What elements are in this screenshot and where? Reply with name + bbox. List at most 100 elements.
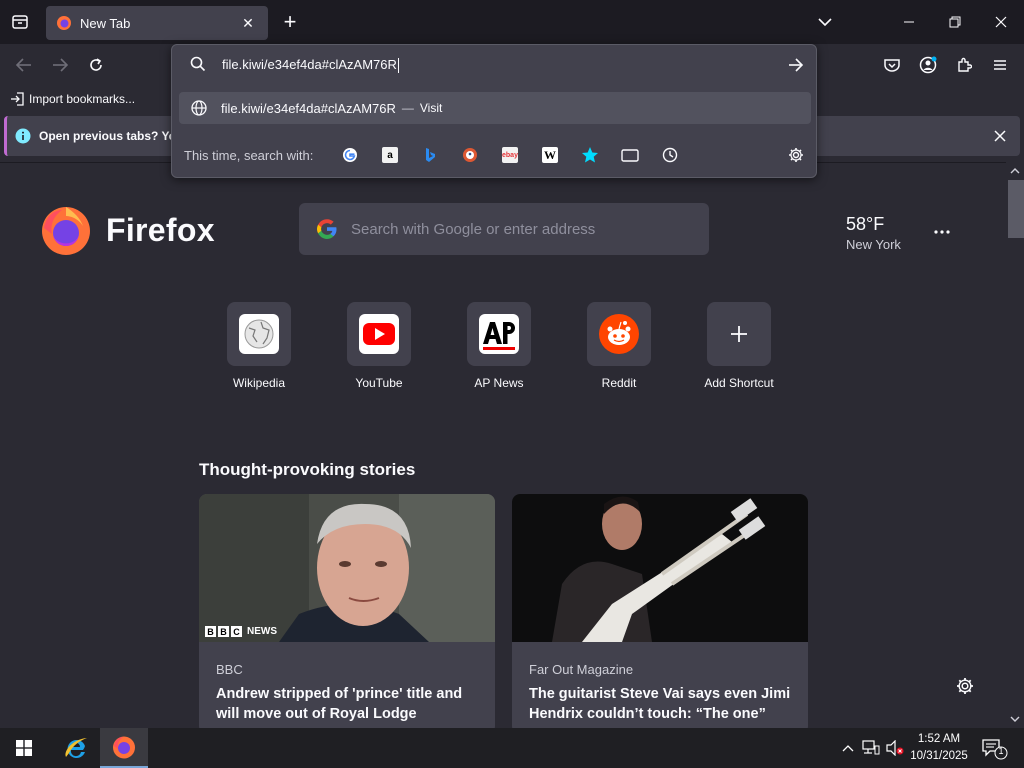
newtab-customize-button[interactable] xyxy=(956,677,976,697)
start-button[interactable] xyxy=(0,728,48,768)
tab-title: New Tab xyxy=(80,15,131,31)
engine-tabs[interactable] xyxy=(620,145,640,165)
restore-button[interactable] xyxy=(932,0,978,44)
close-icon xyxy=(995,16,1007,28)
clock-time: 1:52 AM xyxy=(917,733,961,745)
show-hidden-icons-button[interactable] xyxy=(838,738,858,758)
amazon-icon: a xyxy=(382,147,398,163)
search-with-row: This time, search with: xyxy=(172,135,816,175)
firefox-wordmark: Firefox xyxy=(106,211,215,248)
urlbar-input-value: file.kiwi/e34ef4da#clAzAM76R xyxy=(222,57,397,72)
pocket-icon xyxy=(884,59,900,72)
story-card[interactable]: Far Out Magazine The guitarist Steve Vai… xyxy=(512,494,808,734)
bing-icon xyxy=(426,148,435,162)
info-icon xyxy=(15,128,31,144)
restore-icon xyxy=(949,16,961,28)
shortcut-reddit[interactable]: Reddit xyxy=(569,302,669,390)
newtab-search-placeholder: Search with Google or enter address xyxy=(351,220,596,238)
tab-new-tab[interactable]: New Tab ✕ xyxy=(46,6,268,40)
search-settings-button[interactable] xyxy=(786,145,806,165)
notification-close-button[interactable] xyxy=(990,126,1010,146)
clock-date: 10/31/2025 xyxy=(910,750,968,762)
forward-arrow-icon xyxy=(53,58,69,72)
stories-heading: Thought-provoking stories xyxy=(199,460,416,479)
wikipedia-globe-icon xyxy=(239,314,279,354)
volume-tray-icon[interactable] xyxy=(885,738,905,758)
newtab-search-input[interactable]: Search with Google or enter address xyxy=(299,203,709,255)
list-all-tabs-button[interactable] xyxy=(814,12,836,32)
reload-icon xyxy=(90,58,102,71)
scroll-up-arrow-icon[interactable] xyxy=(1010,167,1020,175)
engine-google[interactable] xyxy=(340,145,360,165)
go-button[interactable] xyxy=(786,55,806,75)
network-icon xyxy=(862,740,880,755)
add-shortcut-button[interactable]: Add Shortcut xyxy=(689,302,789,390)
extensions-button[interactable] xyxy=(950,52,978,78)
gear-icon xyxy=(957,678,973,694)
page-scrollbar[interactable] xyxy=(1006,163,1024,729)
scroll-down-arrow-icon[interactable] xyxy=(1010,715,1020,723)
taskbar-firefox[interactable] xyxy=(100,728,148,768)
notifications-icon xyxy=(982,739,1008,760)
account-button[interactable] xyxy=(914,52,942,78)
story-headline: Andrew stripped of 'prince' title and wi… xyxy=(216,686,463,722)
account-icon xyxy=(919,56,937,74)
story-image xyxy=(512,494,808,642)
reload-button[interactable] xyxy=(82,52,110,78)
gear-icon xyxy=(789,148,803,162)
shortcut-ap-news[interactable]: AP News xyxy=(449,302,549,390)
weather-menu-button[interactable] xyxy=(930,224,954,240)
firefox-logo-icon xyxy=(113,736,135,759)
import-bookmarks-button[interactable]: Import bookmarks... xyxy=(10,89,135,109)
forward-button[interactable] xyxy=(46,52,74,78)
weather-temperature: 58°F xyxy=(846,214,885,234)
import-icon xyxy=(11,92,24,106)
engine-wikipedia[interactable]: W xyxy=(540,145,560,165)
engine-history[interactable] xyxy=(660,145,680,165)
story-headline: The guitarist Steve Vai says even Jimi H… xyxy=(529,686,791,722)
tab-close-icon[interactable]: ✕ xyxy=(238,13,258,33)
shortcut-tile xyxy=(347,302,411,366)
shortcut-tile xyxy=(707,302,771,366)
shortcut-label: Reddit xyxy=(601,376,637,390)
network-tray-icon[interactable] xyxy=(861,738,881,758)
youtube-icon xyxy=(359,314,399,354)
google-icon xyxy=(317,219,337,239)
minimize-button[interactable] xyxy=(886,0,932,44)
engine-ebay[interactable]: ebay xyxy=(500,145,520,165)
scrollbar-thumb[interactable] xyxy=(1008,180,1024,238)
windows-taskbar: 1:52 AM 10/31/2025 1 xyxy=(0,728,1024,768)
ap-news-icon xyxy=(479,314,519,354)
weather-widget[interactable]: 58°F New York xyxy=(846,214,901,252)
engine-amazon[interactable]: a xyxy=(380,145,400,165)
engine-bookmarks[interactable] xyxy=(580,145,600,165)
back-button[interactable] xyxy=(10,52,38,78)
app-menu-button[interactable] xyxy=(986,52,1014,78)
taskbar-internet-explorer[interactable] xyxy=(52,728,100,768)
firefox-view-icon xyxy=(12,15,28,29)
close-window-button[interactable] xyxy=(978,0,1024,44)
ebay-icon: ebay xyxy=(502,147,518,163)
firefox-logo-icon xyxy=(42,207,90,255)
more-options-icon xyxy=(934,230,950,234)
engine-duckduckgo[interactable] xyxy=(460,145,480,165)
urlbar-result-visit[interactable]: file.kiwi/e34ef4da#clAzAM76R — Visit xyxy=(179,92,811,124)
notification-text: Open previous tabs? You xyxy=(39,129,184,143)
firefox-view-button[interactable] xyxy=(0,0,40,44)
story-photo-portrait xyxy=(199,494,495,642)
action-center-button[interactable]: 1 xyxy=(982,738,1008,760)
shortcut-wikipedia[interactable]: Wikipedia xyxy=(209,302,309,390)
notification-count: 1 xyxy=(998,746,1004,756)
story-card[interactable]: BBC NEWS BBC Andrew stripped of 'prince'… xyxy=(199,494,495,734)
bbc-news-text: NEWS xyxy=(247,626,277,637)
minimize-icon xyxy=(904,21,914,23)
import-bookmarks-label: Import bookmarks... xyxy=(29,92,136,106)
globe-icon xyxy=(191,100,207,116)
pocket-button[interactable] xyxy=(878,52,906,78)
urlbar-input-row[interactable]: file.kiwi/e34ef4da#clAzAM76R xyxy=(172,45,816,85)
new-tab-button[interactable]: + xyxy=(278,9,302,34)
shortcut-youtube[interactable]: YouTube xyxy=(329,302,429,390)
urlbar-input[interactable]: file.kiwi/e34ef4da#clAzAM76R xyxy=(222,57,399,74)
taskbar-clock[interactable]: 1:52 AM 10/31/2025 xyxy=(906,731,972,765)
engine-bing[interactable] xyxy=(420,145,440,165)
